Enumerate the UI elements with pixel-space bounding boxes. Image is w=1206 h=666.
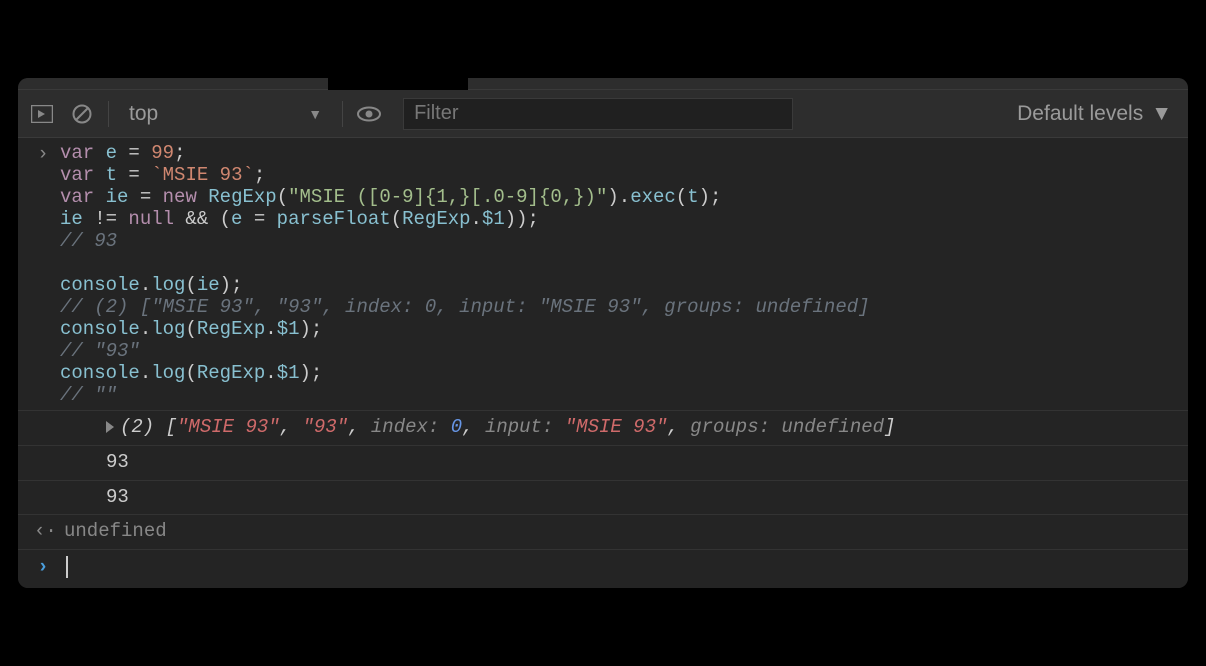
input-marker-icon: › [34, 143, 52, 165]
text-cursor [66, 556, 68, 578]
toggle-sidebar-icon[interactable] [28, 100, 56, 128]
filter-container [403, 98, 999, 130]
output-text: 93 [64, 450, 129, 476]
active-tab-indicator[interactable] [328, 78, 468, 90]
console-prompt[interactable]: › [18, 550, 1188, 588]
context-label: top [129, 102, 158, 126]
levels-label: Default levels [1017, 102, 1143, 126]
console-output-row: 93 [18, 481, 1188, 516]
toolbar-separator [342, 101, 343, 127]
code-block: var e = 99;var t = `MSIE 93`;var ie = ne… [60, 142, 1188, 406]
array-output: (2) ["MSIE 93", "93", index: 0, input: "… [64, 415, 895, 441]
chevron-down-icon: ▼ [1151, 102, 1172, 126]
chevron-down-icon: ▼ [308, 106, 322, 122]
clear-console-icon[interactable] [68, 100, 96, 128]
toolbar-separator [108, 101, 109, 127]
console-output-row: 93 [18, 446, 1188, 481]
devtools-window: top ▼ Default levels ▼ › var e = 99;var … [18, 78, 1188, 588]
expand-caret-icon[interactable] [106, 421, 114, 433]
filter-input[interactable] [403, 98, 793, 130]
output-text: 93 [64, 485, 129, 511]
return-value: undefined [64, 519, 167, 545]
prompt-marker-icon: › [34, 556, 52, 578]
console-toolbar: top ▼ Default levels ▼ [18, 90, 1188, 138]
tab-strip [18, 78, 1188, 90]
console-input-echo: › var e = 99;var t = `MSIE 93`;var ie = … [18, 138, 1188, 411]
console-return-row: ‹· undefined [18, 515, 1188, 550]
console-output-row[interactable]: (2) ["MSIE 93", "93", index: 0, input: "… [18, 411, 1188, 446]
live-expression-icon[interactable] [355, 100, 383, 128]
console-body: › var e = 99;var t = `MSIE 93`;var ie = … [18, 138, 1188, 588]
context-selector[interactable]: top ▼ [121, 102, 330, 126]
return-marker-icon: ‹· [34, 519, 52, 545]
log-levels-selector[interactable]: Default levels ▼ [1011, 102, 1178, 126]
